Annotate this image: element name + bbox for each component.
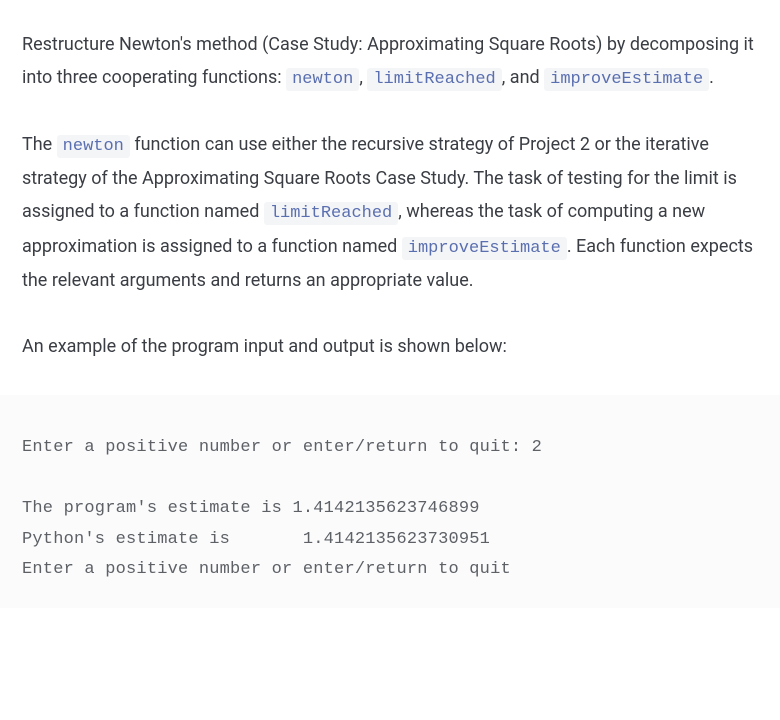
text: The xyxy=(22,134,57,155)
code-limitreached: limitReached xyxy=(367,68,501,91)
text: An example of the program input and outp… xyxy=(22,336,507,357)
text: . xyxy=(709,67,714,88)
instruction-paragraph-2: The newton function can use either the r… xyxy=(22,128,758,298)
program-output-block: Enter a positive number or enter/return … xyxy=(0,395,780,608)
text: , and xyxy=(502,67,544,88)
code-improveestimate: improveEstimate xyxy=(402,237,567,260)
code-newton: newton xyxy=(57,135,130,158)
instruction-paragraph-1: Restructure Newton's method (Case Study:… xyxy=(22,28,758,96)
code-newton: newton xyxy=(286,68,359,91)
instruction-paragraph-3: An example of the program input and outp… xyxy=(22,330,758,363)
code-improveestimate: improveEstimate xyxy=(544,68,709,91)
code-limitreached: limitReached xyxy=(264,202,398,225)
